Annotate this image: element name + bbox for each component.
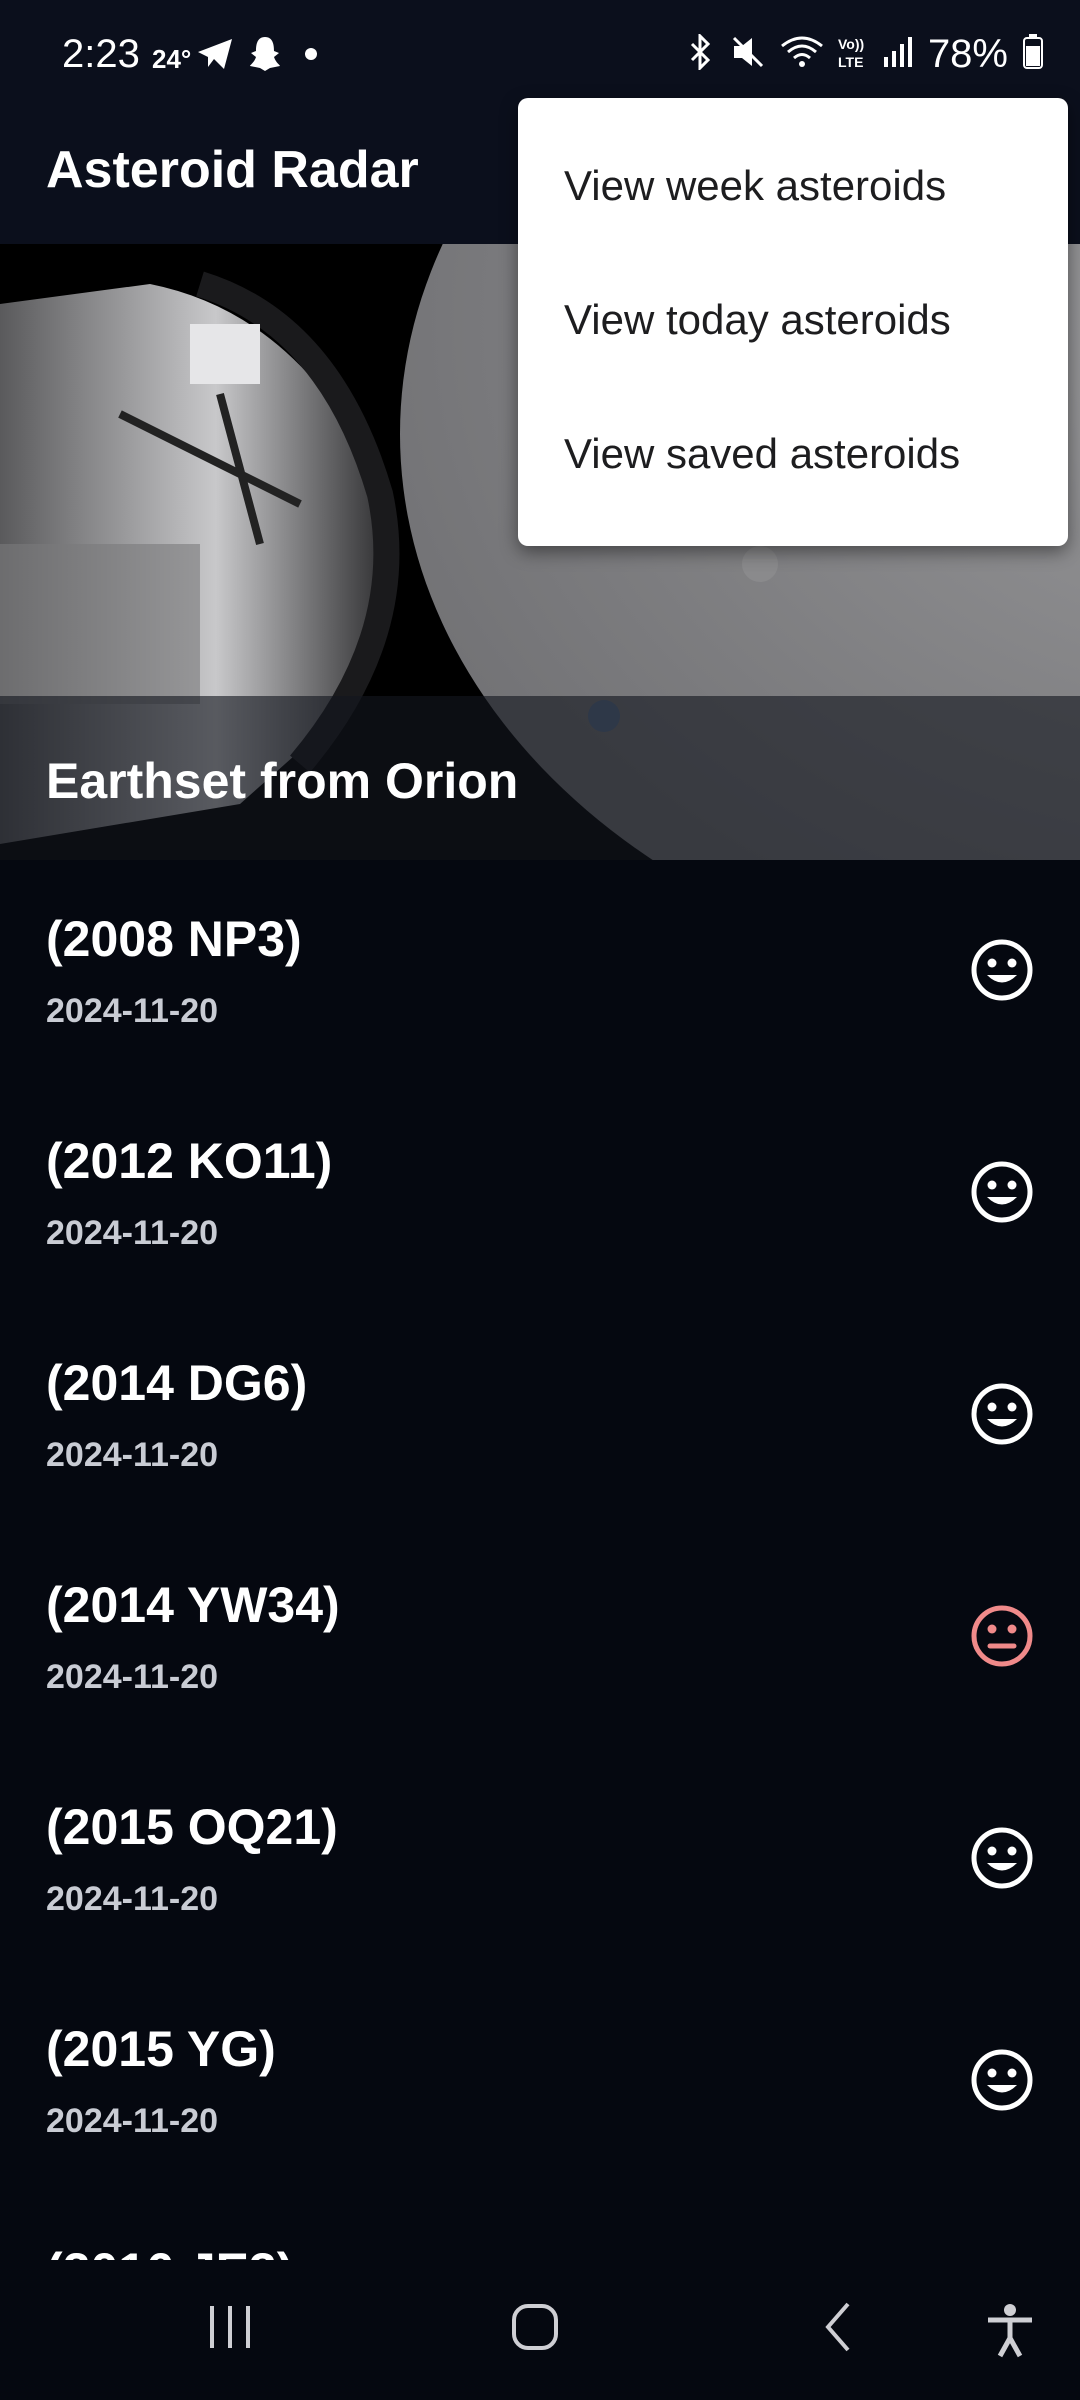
- list-item[interactable]: (2015 OQ21) 2024-11-20: [0, 1748, 1080, 1970]
- happy-face-icon: [971, 1161, 1033, 1223]
- status-time: 2:23: [62, 32, 140, 76]
- asteroid-name: (2014 YW34): [46, 1577, 340, 1633]
- asteroid-name: (2012 KO11): [46, 1133, 333, 1189]
- list-item[interactable]: (2014 YW34) 2024-11-20: [0, 1526, 1080, 1748]
- overflow-menu: View week asteroids View today asteroids…: [518, 98, 1068, 546]
- list-item-partial[interactable]: (2016 JE3): [0, 2192, 1080, 2260]
- accessibility-icon[interactable]: [980, 2300, 1040, 2365]
- bluetooth-icon: [686, 32, 716, 75]
- asteroid-date: 2024-11-20: [46, 1880, 219, 1918]
- asteroid-name: (2014 DG6): [46, 1355, 308, 1411]
- svg-text:Vo)): Vo)): [838, 36, 864, 52]
- signal-icon: [882, 35, 914, 74]
- menu-item-today[interactable]: View today asteroids: [564, 296, 951, 344]
- neutral-face-icon: [971, 1605, 1033, 1667]
- happy-face-icon: [971, 2049, 1033, 2111]
- menu-item-saved[interactable]: View saved asteroids: [564, 430, 960, 478]
- telegram-icon: [196, 37, 234, 76]
- asteroid-name: (2015 OQ21): [46, 1799, 338, 1855]
- list-item[interactable]: (2014 DG6) 2024-11-20: [0, 1304, 1080, 1526]
- wifi-icon: [780, 34, 824, 75]
- asteroid-date: 2024-11-20: [46, 1658, 219, 1696]
- list-item[interactable]: (2012 KO11) 2024-11-20: [0, 1082, 1080, 1304]
- asteroid-date: 2024-11-20: [46, 1214, 219, 1252]
- menu-item-week[interactable]: View week asteroids: [564, 162, 946, 210]
- asteroid-list[interactable]: (2008 NP3) 2024-11-20 (2012 KO11) 2024-1…: [0, 860, 1080, 2260]
- happy-face-icon: [971, 939, 1033, 1001]
- asteroid-date: 2024-11-20: [46, 2102, 219, 2140]
- asteroid-date: 2024-11-20: [46, 992, 219, 1030]
- asteroid-date: 2024-11-20: [46, 1436, 219, 1474]
- navigation-bar: [0, 2260, 1080, 2400]
- mute-icon: [730, 34, 766, 75]
- home-icon[interactable]: [506, 2300, 566, 2359]
- volte-icon: Vo)) LTE: [838, 34, 868, 75]
- snapchat-icon: [248, 35, 282, 78]
- status-temperature: 24°: [152, 44, 192, 74]
- happy-face-icon: [971, 1827, 1033, 1889]
- happy-face-icon: [971, 1383, 1033, 1445]
- app-title: Asteroid Radar: [46, 141, 419, 199]
- list-item[interactable]: (2008 NP3) 2024-11-20: [0, 860, 1080, 1082]
- back-icon[interactable]: [810, 2300, 870, 2359]
- asteroid-name: (2008 NP3): [46, 911, 302, 967]
- asteroid-name: (2016 JE3): [46, 2242, 293, 2260]
- hero-caption: Earthset from Orion: [46, 753, 519, 809]
- list-item[interactable]: (2015 YG) 2024-11-20: [0, 1970, 1080, 2192]
- battery-icon: [1022, 34, 1044, 75]
- recents-icon[interactable]: [200, 2300, 260, 2359]
- asteroid-name: (2015 YG): [46, 2021, 276, 2077]
- svg-text:LTE: LTE: [838, 54, 863, 70]
- battery-percent: 78%: [927, 32, 1008, 76]
- dot-icon: [296, 39, 326, 74]
